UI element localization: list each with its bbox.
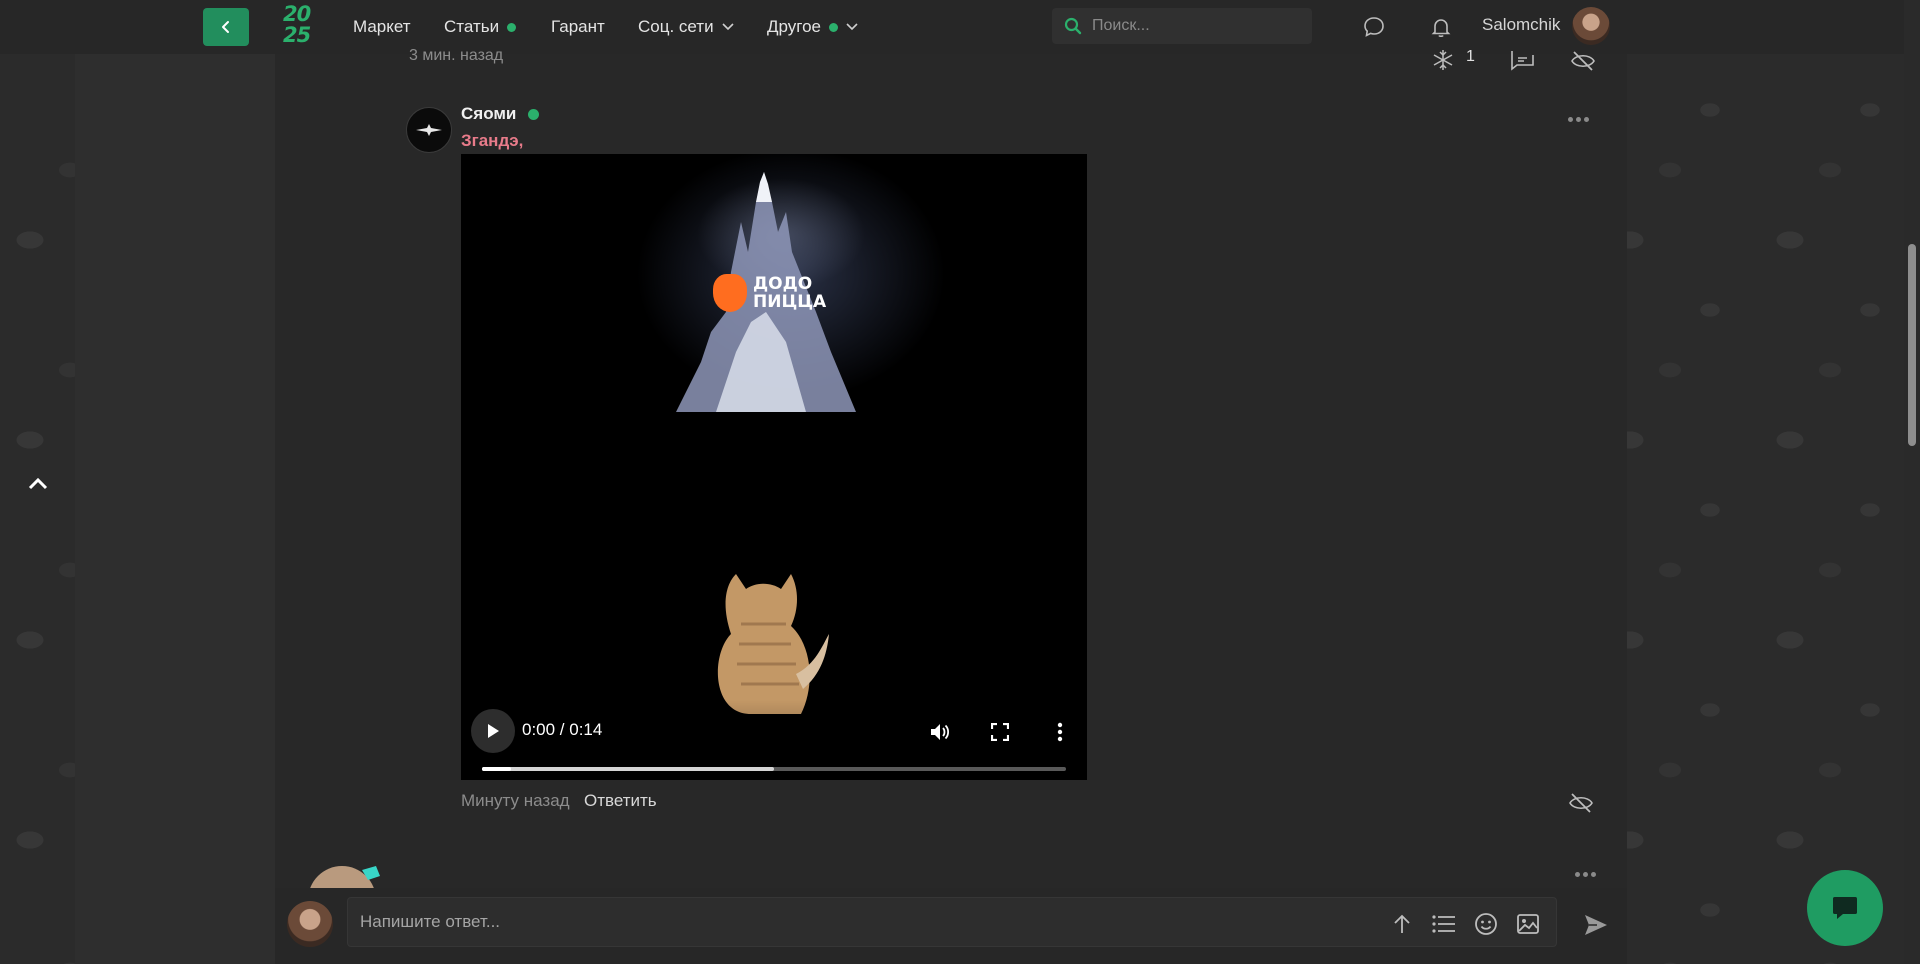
hide-post-button[interactable] — [1568, 47, 1598, 75]
previous-post-time: 3 мин. назад — [409, 47, 504, 64]
video-time: 0:00 / 0:14 — [522, 720, 603, 739]
chat-bubble-icon — [1364, 17, 1384, 37]
video-options-button[interactable] — [1047, 719, 1073, 745]
send-button[interactable] — [1581, 910, 1611, 940]
arrow-up-icon — [1394, 914, 1410, 933]
reaction-button[interactable] — [1428, 47, 1458, 73]
search-icon — [1064, 17, 1082, 35]
kebab-menu-icon — [1057, 722, 1063, 742]
conversations-button[interactable] — [1360, 13, 1388, 41]
brand-line-2: ПИЦЦА — [753, 292, 827, 312]
video-progress-bar[interactable] — [482, 767, 1066, 771]
eye-off-icon — [1569, 793, 1593, 813]
dodo-pizza-brand: ДОДО ПИЦЦА — [713, 274, 826, 312]
more-dot — [1583, 872, 1588, 877]
list-button[interactable] — [1430, 910, 1458, 938]
chevron-left-icon — [222, 21, 229, 33]
username[interactable]: Salomchik — [1482, 15, 1560, 35]
dodo-logo-icon — [713, 274, 747, 312]
user-avatar[interactable] — [1572, 7, 1610, 45]
logo-top: 20 — [283, 2, 311, 26]
nav-item-label: Маркет — [353, 17, 411, 36]
more-dot — [1576, 117, 1581, 122]
new-indicator-dot — [829, 22, 839, 32]
play-button[interactable] — [471, 709, 515, 753]
post-author[interactable]: Сяоми — [461, 104, 540, 124]
play-icon — [488, 724, 499, 738]
nav-item-social[interactable]: Соц. сети — [638, 14, 734, 40]
search-box[interactable] — [1052, 8, 1312, 44]
chat-bubble-icon — [1833, 897, 1857, 919]
hide-post-button[interactable] — [1566, 789, 1596, 817]
nav-item-other[interactable]: Другое — [767, 14, 858, 40]
brand-line-1: ДОДО — [753, 274, 813, 294]
chevron-up-icon — [28, 477, 48, 490]
snowflake-icon — [1433, 50, 1453, 70]
bell-icon — [1431, 19, 1451, 38]
new-indicator-dot — [507, 22, 517, 32]
nav-item-label: Статьи — [444, 17, 500, 36]
progress-buffered — [482, 767, 774, 771]
back-button[interactable] — [203, 8, 249, 46]
smiley-icon — [1475, 913, 1497, 935]
quote-button[interactable] — [1508, 47, 1538, 75]
image-button[interactable] — [1514, 910, 1542, 938]
next-post-more-button[interactable] — [1575, 872, 1596, 877]
reply-link[interactable]: Ответить — [584, 791, 657, 811]
volume-button[interactable] — [927, 719, 953, 745]
author-name[interactable]: Сяоми — [461, 104, 516, 124]
left-column — [75, 54, 275, 964]
post-author-avatar[interactable] — [406, 107, 452, 153]
progress-played — [482, 767, 512, 771]
more-dot — [1575, 872, 1580, 877]
top-navigation: 20 25 Маркет Статьи Гарант Соц. сети Дру… — [0, 0, 1920, 54]
online-status-dot — [528, 108, 540, 120]
video-player[interactable]: ДОДО ПИЦЦА 0:00 / 0:14 — [461, 154, 1087, 780]
reaction-count: 1 — [1466, 48, 1475, 65]
chevron-down-icon — [846, 23, 858, 31]
emoji-button[interactable] — [1472, 910, 1500, 938]
fullscreen-button[interactable] — [987, 719, 1013, 745]
nav-item-guarantor[interactable]: Гарант — [551, 14, 605, 40]
fullscreen-icon — [991, 723, 1009, 741]
nav-item-label: Соц. сети — [638, 17, 714, 36]
send-icon — [1585, 915, 1607, 935]
scroll-to-top-button[interactable] — [24, 470, 52, 498]
logo-bottom: 25 — [283, 23, 311, 47]
video-controls: 0:00 / 0:14 — [461, 700, 1087, 780]
nav-item-label: Гарант — [551, 17, 605, 36]
nav-item-market[interactable]: Маркет — [353, 14, 411, 40]
nav-item-articles[interactable]: Статьи — [444, 14, 517, 40]
more-dot — [1568, 117, 1573, 122]
more-dot — [1591, 872, 1596, 877]
chevron-down-icon — [722, 23, 734, 31]
reply-bar — [275, 888, 1627, 964]
reply-quote-icon — [1511, 51, 1534, 71]
post-more-button[interactable] — [1568, 117, 1589, 122]
list-icon — [1432, 915, 1455, 933]
upload-button[interactable] — [1388, 910, 1416, 938]
post-time: Минуту назад — [461, 791, 570, 810]
reply-input[interactable] — [360, 912, 1340, 932]
eye-off-icon — [1571, 51, 1595, 71]
notifications-button[interactable] — [1427, 13, 1455, 41]
volume-icon — [931, 724, 950, 740]
image-icon — [1517, 914, 1539, 934]
angel-logo-icon — [416, 124, 442, 136]
page-scrollbar[interactable] — [1904, 0, 1920, 964]
current-user-avatar — [287, 901, 333, 947]
search-input[interactable] — [1092, 17, 1292, 35]
more-dot — [1584, 117, 1589, 122]
user-mention[interactable]: Згандэ, — [461, 131, 523, 151]
chat-button[interactable] — [1807, 870, 1883, 946]
reply-input-box[interactable] — [347, 897, 1557, 947]
site-logo[interactable]: 20 25 — [283, 4, 323, 50]
scrollbar-thumb[interactable] — [1908, 244, 1916, 446]
nav-item-label: Другое — [767, 17, 822, 36]
